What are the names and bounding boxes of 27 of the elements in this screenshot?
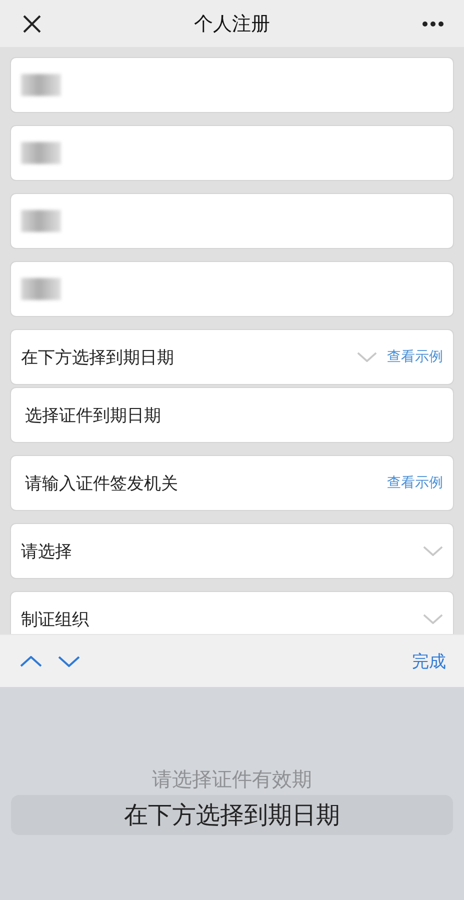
next-button[interactable] <box>58 656 80 666</box>
close-button[interactable] <box>22 14 42 34</box>
more-icon <box>422 20 444 26</box>
select-field[interactable]: 制证组织 <box>10 591 454 634</box>
pixelated-block <box>21 278 61 300</box>
previous-button[interactable] <box>20 656 42 666</box>
input-field[interactable] <box>10 261 454 317</box>
chevron-down-icon <box>423 546 443 556</box>
chevron-down-icon <box>357 352 377 362</box>
input-field[interactable]: 选择证件到期日期 <box>10 387 454 443</box>
close-icon <box>22 14 42 34</box>
chevron-down-icon <box>423 614 443 624</box>
chevron-down-icon <box>58 656 80 666</box>
pixelated-block <box>21 142 61 164</box>
chevron-up-icon <box>20 656 42 666</box>
input-field[interactable] <box>10 57 454 113</box>
input-field[interactable]: 请输入证件签发机关 查看示例 <box>10 455 454 511</box>
page-title: 个人注册 <box>194 12 270 36</box>
done-button[interactable]: 完成 <box>412 650 446 672</box>
pixelated-block <box>21 210 61 232</box>
select-field[interactable]: 在下方选择到期日期 查看示例 <box>10 329 454 385</box>
input-field[interactable] <box>10 125 454 181</box>
input-field[interactable] <box>10 193 454 249</box>
more-button[interactable] <box>422 20 444 26</box>
picker-option[interactable]: 在下方选择到期日期 <box>11 795 453 835</box>
select-field[interactable]: 请选择 <box>10 523 454 579</box>
pixelated-block <box>21 74 61 96</box>
